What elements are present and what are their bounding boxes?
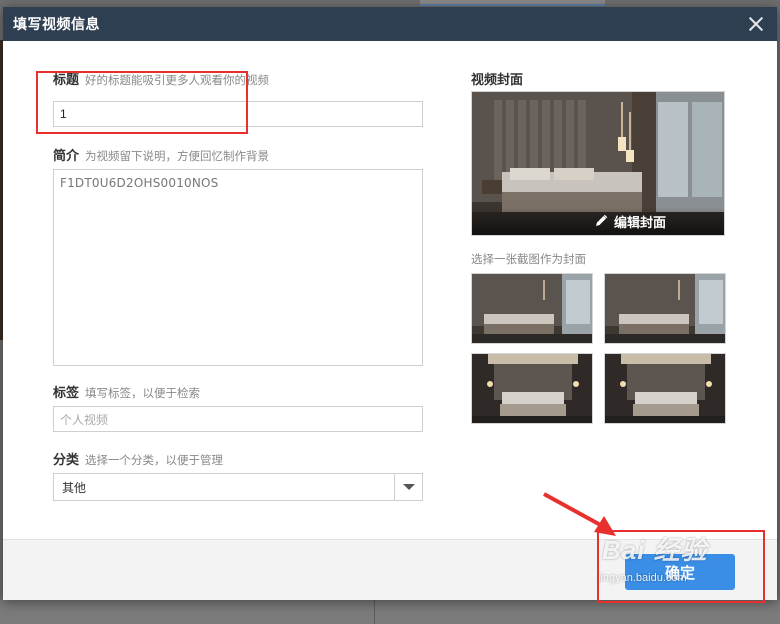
- annotation-arrow: [543, 492, 616, 536]
